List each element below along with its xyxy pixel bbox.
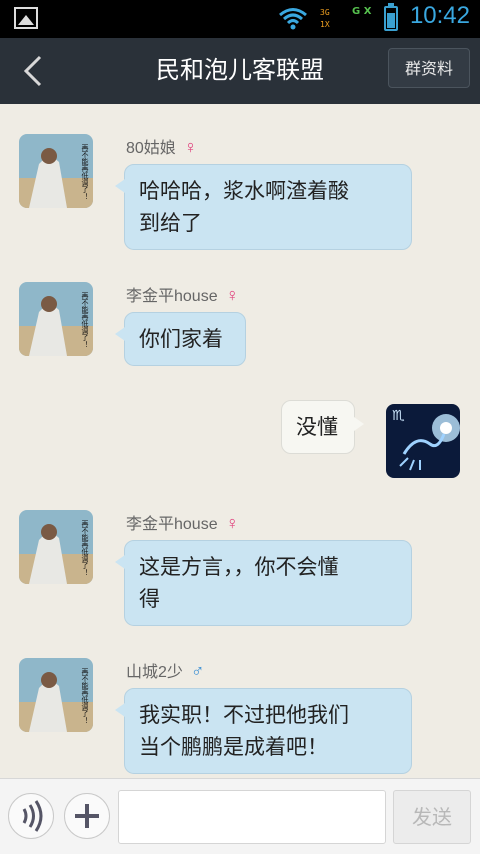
avatar-image: 再不能再低调了！ [19, 134, 93, 208]
sender-name: 山城2少 ♂ [126, 658, 204, 682]
send-button[interactable]: 发送 [393, 790, 471, 844]
avatar-image: 再不能再低调了！ [19, 282, 93, 356]
message-input[interactable] [118, 790, 386, 844]
svg-text:♏: ♏ [392, 408, 405, 424]
status-bar: 3G 1X G X 10:42 [0, 0, 480, 38]
avatar[interactable]: 再不能再低调了！ [19, 658, 93, 732]
avatar-image: 再不能再低调了！ [19, 510, 93, 584]
message-text-line: 当个鹏鹏是成着吧！ [139, 735, 328, 759]
message-bubble[interactable]: 你们家着 [115, 312, 246, 366]
avatar-caption: 再不能再低调了！ [81, 144, 89, 200]
chevron-left-icon[interactable] [16, 53, 52, 89]
avatar-image: ♏ [386, 404, 460, 478]
avatar[interactable]: 再不能再低调了！ [19, 510, 93, 584]
signal-3g-label: 3G [320, 8, 330, 17]
female-icon: ♀ [183, 137, 198, 157]
input-bar: 发送 [0, 778, 480, 854]
female-icon: ♀ [225, 285, 240, 305]
sender-name: 80姑娘 ♀ [126, 134, 197, 158]
battery-icon [384, 3, 398, 31]
message-bubble[interactable]: 哈哈哈，浆水啊渣着酸 到给了 [115, 164, 412, 250]
avatar-caption: 再不能再低调了！ [81, 292, 89, 348]
male-icon: ♂ [190, 661, 205, 681]
avatar[interactable]: ♏ [386, 404, 460, 478]
voice-icon [22, 800, 43, 832]
plus-button[interactable] [64, 793, 110, 839]
message-text-line: 我实职！不过把他我们 [139, 703, 349, 727]
sender-label: 山城2少 [126, 664, 183, 681]
sender-name: 李金平house ♀ [126, 282, 239, 306]
chat-list[interactable]: 再不能再低调了！ 80姑娘 ♀ 哈哈哈，浆水啊渣着酸 到给了 再不能再低调了！ 李… [0, 104, 480, 778]
voice-button[interactable] [8, 793, 54, 839]
group-info-button[interactable]: 群资料 [388, 48, 470, 88]
signal-1x-label: 1X [320, 20, 330, 29]
avatar[interactable]: 再不能再低调了！ [19, 282, 93, 356]
sender-label: 李金平house [126, 288, 218, 305]
avatar-caption: 再不能再低调了！ [81, 668, 89, 724]
sender-label: 80姑娘 [126, 140, 176, 157]
message-bubble[interactable]: 这是方言，，你不会懂 得 [115, 540, 412, 626]
avatar-image: 再不能再低调了！ [19, 658, 93, 732]
message-text-line: 到给了 [139, 211, 202, 235]
message-text-line: 没懂 [296, 415, 338, 439]
message-text-line: 你们家着 [139, 327, 223, 351]
title-bar: 民和泡儿客联盟 群资料 [0, 38, 480, 104]
signal-gx-label: G X [352, 6, 372, 17]
message-text-line: 这是方言，，你不会懂 [139, 555, 339, 579]
message-bubble[interactable]: 没懂 [281, 400, 364, 454]
avatar-caption: 再不能再低调了！ [81, 520, 89, 576]
gallery-icon [14, 7, 38, 29]
sender-name: 李金平house ♀ [126, 510, 239, 534]
plus-icon [75, 804, 99, 828]
sender-label: 李金平house [126, 516, 218, 533]
signal-indicator: 3G 1X [320, 7, 330, 31]
page-title: 民和泡儿客联盟 [156, 57, 324, 84]
message-bubble[interactable]: 我实职！不过把他我们 当个鹏鹏是成着吧！ [115, 688, 412, 774]
avatar[interactable]: 再不能再低调了！ [19, 134, 93, 208]
message-text-line: 哈哈哈，浆水啊渣着酸 [139, 179, 349, 203]
female-icon: ♀ [225, 513, 240, 533]
message-text-line: 得 [139, 587, 160, 611]
wifi-icon [279, 8, 307, 30]
status-time: 10:42 [409, 2, 470, 29]
